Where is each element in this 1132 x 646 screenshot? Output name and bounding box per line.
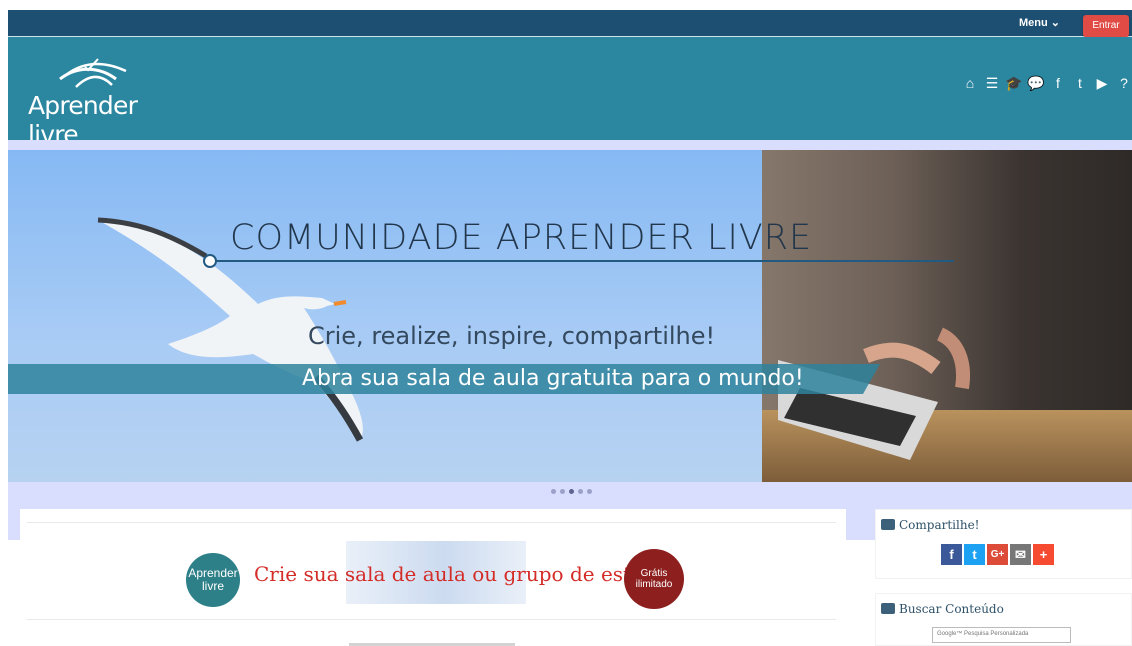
search-box-title: Buscar Conteúdo: [881, 602, 1004, 616]
share-buttons: f t G+ ✉ +: [941, 544, 1054, 565]
free-badge-bottom: ilimitado: [635, 579, 673, 590]
help-icon[interactable]: ?: [1116, 75, 1132, 91]
content-divider: [27, 522, 836, 523]
header-icons: ⌂ ☰ 🎓 💬 f t ▶ ?: [962, 75, 1132, 92]
main-content: Aprender livre Crie sua sala de aula ou …: [20, 509, 846, 646]
promo-text: Crie sua sala de aula ou grupo de estudo: [254, 562, 669, 586]
hero-subtitle: Crie, realize, inspire, compartilhe!: [308, 322, 716, 350]
carousel-dot-active[interactable]: [569, 489, 574, 494]
home-icon[interactable]: ⌂: [962, 75, 978, 91]
twitter-icon[interactable]: t: [1072, 75, 1088, 91]
hero-slide[interactable]: COMUNIDADE APRENDER LIVRE Crie, realize,…: [8, 150, 1132, 482]
hero-carousel: COMUNIDADE APRENDER LIVRE Crie, realize,…: [8, 140, 1132, 540]
carousel-pagination: [551, 489, 592, 494]
search-box: Buscar Conteúdo Google™ Pesquisa Persona…: [875, 593, 1132, 646]
carousel-dot[interactable]: [551, 489, 556, 494]
email-share-button[interactable]: ✉: [1010, 544, 1031, 565]
graduation-cap-icon[interactable]: 🎓: [1005, 75, 1022, 91]
site-header: Aprender livre ⌂ ☰ 🎓 💬 f t ▶ ?: [8, 37, 1132, 149]
google-plus-share-button[interactable]: G+: [987, 544, 1008, 565]
hero-title: COMUNIDADE APRENDER LIVRE: [230, 218, 813, 258]
panel-icon: [881, 519, 895, 530]
share-box-title: Compartilhe!: [881, 518, 980, 532]
free-badge-top: Grátis: [640, 568, 668, 579]
carousel-dot[interactable]: [587, 489, 592, 494]
menu-label: Menu: [1018, 17, 1048, 29]
search-title-text: Buscar Conteúdo: [899, 602, 1004, 616]
hero-divider-line: [210, 260, 954, 262]
sidebar: Compartilhe! f t G+ ✉ + Buscar Conteúdo …: [875, 509, 1132, 646]
list-icon[interactable]: ☰: [984, 75, 1000, 91]
facebook-share-button[interactable]: f: [941, 544, 962, 565]
panel-icon: [881, 603, 895, 614]
login-button[interactable]: Entrar: [1083, 15, 1129, 37]
carousel-dot[interactable]: [578, 489, 583, 494]
share-box: Compartilhe! f t G+ ✉ +: [875, 509, 1132, 579]
more-share-button[interactable]: +: [1033, 544, 1054, 565]
carousel-dot[interactable]: [560, 489, 565, 494]
chevron-down-icon: ⌄: [1050, 17, 1060, 29]
laptop-photo: [762, 150, 1132, 482]
promo-banner[interactable]: Aprender livre Crie sua sala de aula ou …: [186, 541, 686, 609]
hero-band-text: Abra sua sala de aula gratuita para o mu…: [302, 366, 804, 391]
hero-divider-dot: [203, 254, 217, 268]
menu-dropdown[interactable]: Menu ⌄: [1019, 16, 1060, 29]
free-badge: Grátis ilimitado: [624, 549, 684, 609]
site-logo[interactable]: Aprender livre: [28, 55, 188, 149]
share-title-text: Compartilhe!: [899, 518, 980, 532]
promo-logo: Aprender livre: [186, 553, 240, 607]
youtube-icon[interactable]: ▶: [1094, 75, 1110, 91]
top-navigation-bar: Menu ⌄: [8, 10, 1132, 37]
facebook-icon[interactable]: f: [1050, 75, 1066, 91]
comments-icon[interactable]: 💬: [1027, 75, 1044, 91]
twitter-share-button[interactable]: t: [964, 544, 985, 565]
google-search-input[interactable]: Google™ Pesquisa Personalizada: [932, 627, 1071, 643]
content-divider: [27, 619, 836, 620]
